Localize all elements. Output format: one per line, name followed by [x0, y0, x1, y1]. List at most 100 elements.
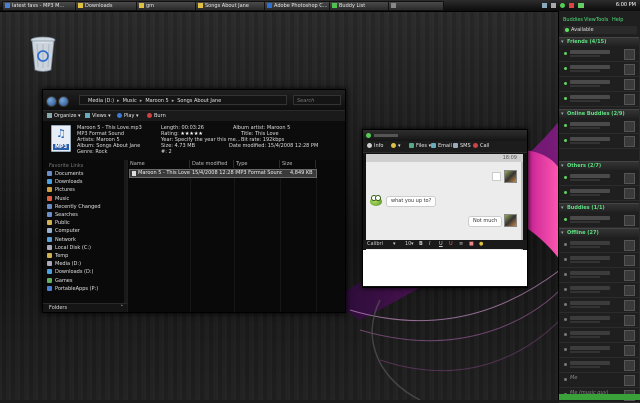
nav-item[interactable]: Network [47, 236, 76, 244]
recycle-bin-icon[interactable] [26, 34, 60, 74]
nav-scrollbar[interactable] [124, 160, 127, 303]
search-input[interactable]: Search [293, 95, 341, 105]
taskbar-button-photoshop[interactable]: Adobe Photoshop C... [264, 1, 330, 11]
buddy-contact[interactable] [559, 268, 639, 283]
nav-item[interactable]: Downloads [47, 178, 82, 186]
bold-button[interactable]: B [419, 240, 423, 249]
buddy-contact[interactable] [559, 328, 639, 343]
folders-toggle[interactable]: Folders ˄ [43, 303, 127, 312]
nav-item[interactable]: Temp [47, 252, 68, 260]
buddy-contact[interactable] [559, 253, 639, 268]
emoticon-button[interactable]: ▾ [391, 142, 401, 151]
nav-item[interactable]: Media (D:) [47, 260, 81, 268]
menu-view[interactable]: View [584, 17, 596, 24]
file-list: Name Date modified Type Size Maroon 5 - … [128, 160, 345, 312]
column-type[interactable]: Type [234, 160, 280, 168]
nav-item[interactable]: Local Disk (C:) [47, 244, 91, 252]
buddy-group-header[interactable]: Offline (27) [559, 228, 639, 238]
column-name[interactable]: Name [128, 160, 190, 168]
breadcrumb-music[interactable]: Music [123, 98, 137, 104]
play-button[interactable]: Play ▾ [117, 112, 139, 120]
chat-titlebar[interactable] [363, 130, 527, 141]
buddy-contact[interactable] [559, 47, 639, 62]
files-button[interactable]: Files ▾ [409, 142, 431, 151]
buddy-contact[interactable] [559, 134, 639, 149]
taskbar-button-songs-about-jane[interactable]: Songs About Jane [195, 1, 265, 11]
menu-help[interactable]: Help [612, 17, 623, 24]
buddy-contact[interactable] [559, 119, 639, 134]
nav-item[interactable]: Recently Changed [47, 203, 101, 211]
menu-tools[interactable]: Tools [596, 17, 608, 24]
status-selector[interactable]: Available [563, 26, 637, 34]
buddy-contact[interactable] [559, 62, 639, 77]
italic-button[interactable]: I [429, 240, 430, 249]
underline-button[interactable]: U [439, 240, 443, 249]
column-date-modified[interactable]: Date modified [190, 160, 234, 168]
address-bar[interactable]: Media (D:) ▸ Music ▸ Maroon 5 ▸ Songs About Ja… [79, 95, 287, 105]
shield-icon[interactable] [569, 3, 574, 8]
sms-button[interactable]: SMS [453, 142, 471, 151]
messenger-tray-icon[interactable] [560, 3, 565, 8]
buddy-contact[interactable] [559, 213, 639, 228]
chevron-down-icon[interactable]: ▾ [393, 240, 396, 249]
views-button[interactable]: Views ▾ [85, 112, 111, 120]
buddy-contact[interactable] [559, 298, 639, 313]
buddy-contact[interactable] [559, 313, 639, 328]
network-icon[interactable] [542, 3, 547, 8]
volume-icon[interactable] [551, 3, 556, 8]
taskbar-button-chat[interactable] [388, 1, 444, 11]
buddy-group-header[interactable]: Others (2/7) [559, 161, 639, 171]
breadcrumb-maroon5[interactable]: Maroon 5 [145, 98, 168, 104]
nav-item[interactable]: Searches [47, 211, 78, 219]
buddy-avatar [624, 270, 635, 281]
taskbar-button-buddy-list[interactable]: Buddy List [329, 1, 389, 11]
buddy-contact[interactable] [559, 92, 639, 107]
nav-item[interactable]: Music [47, 195, 69, 203]
buddy-group-header[interactable]: Online Buddies (2/9) [559, 109, 639, 119]
buddy-contact[interactable] [559, 186, 639, 201]
message-input[interactable] [363, 250, 527, 286]
back-button[interactable] [46, 96, 57, 107]
nav-item[interactable]: Games [47, 277, 73, 285]
buddy-contact[interactable] [559, 358, 639, 373]
nav-item[interactable]: Pictures [47, 186, 75, 194]
email-button[interactable]: Email [431, 142, 452, 151]
clock[interactable]: 6:00 PM [616, 0, 636, 11]
nav-item[interactable]: PortableApps (P:) [47, 285, 98, 293]
smiley-icon[interactable]: ● [479, 240, 483, 249]
menu-buddies[interactable]: Buddies [563, 17, 583, 24]
buddy-contact[interactable]: Me [559, 373, 639, 388]
taskbar-button-mp3[interactable]: latest favs - MP3 M... [2, 1, 76, 11]
buddy-contact[interactable] [559, 77, 639, 92]
forward-button[interactable] [58, 96, 69, 107]
color-icon[interactable]: ■ [469, 240, 474, 249]
nav-item[interactable]: Public [47, 219, 70, 227]
buddy-contact[interactable] [559, 238, 639, 253]
message-bubble-buddy: what you up to? [386, 196, 437, 207]
buddy-contact[interactable] [559, 171, 639, 186]
buddy-contact[interactable] [559, 343, 639, 358]
buddy-group-header[interactable]: Friends (4/15) [559, 37, 639, 47]
buddy-group-header[interactable]: Buddies (1/1) [559, 203, 639, 213]
taskbar-button-downloads[interactable]: Downloads [75, 1, 137, 11]
font-select[interactable]: Calibri [367, 240, 383, 249]
nav-item[interactable]: Documents [47, 170, 84, 178]
nav-item[interactable]: Computer [47, 227, 80, 235]
taskbar-button-gm[interactable]: gm [136, 1, 196, 11]
buddy-bottom-bar[interactable] [559, 394, 640, 400]
organize-button[interactable]: Organize ▾ [47, 112, 81, 120]
file-row[interactable]: Maroon 5 - This Love... 15/4/2008 12:28 … [129, 169, 317, 178]
buddy-status-message-redacted [570, 351, 600, 353]
column-size[interactable]: Size [280, 160, 316, 168]
battery-icon[interactable] [578, 3, 584, 8]
info-button[interactable]: Info [367, 142, 383, 151]
burn-button[interactable]: Burn [147, 112, 166, 120]
call-button[interactable]: Call [473, 142, 489, 151]
align-icon[interactable]: ≡ [459, 240, 463, 249]
chevron-down-icon[interactable]: ▾ [411, 240, 414, 249]
nav-item[interactable]: Downloads (D:) [47, 268, 93, 276]
buddy-contact[interactable] [559, 283, 639, 298]
text-color-button[interactable]: U [449, 240, 453, 249]
breadcrumb-songs-about-jane[interactable]: Songs About Jane [177, 98, 221, 104]
breadcrumb-media[interactable]: Media (D:) [88, 98, 114, 104]
